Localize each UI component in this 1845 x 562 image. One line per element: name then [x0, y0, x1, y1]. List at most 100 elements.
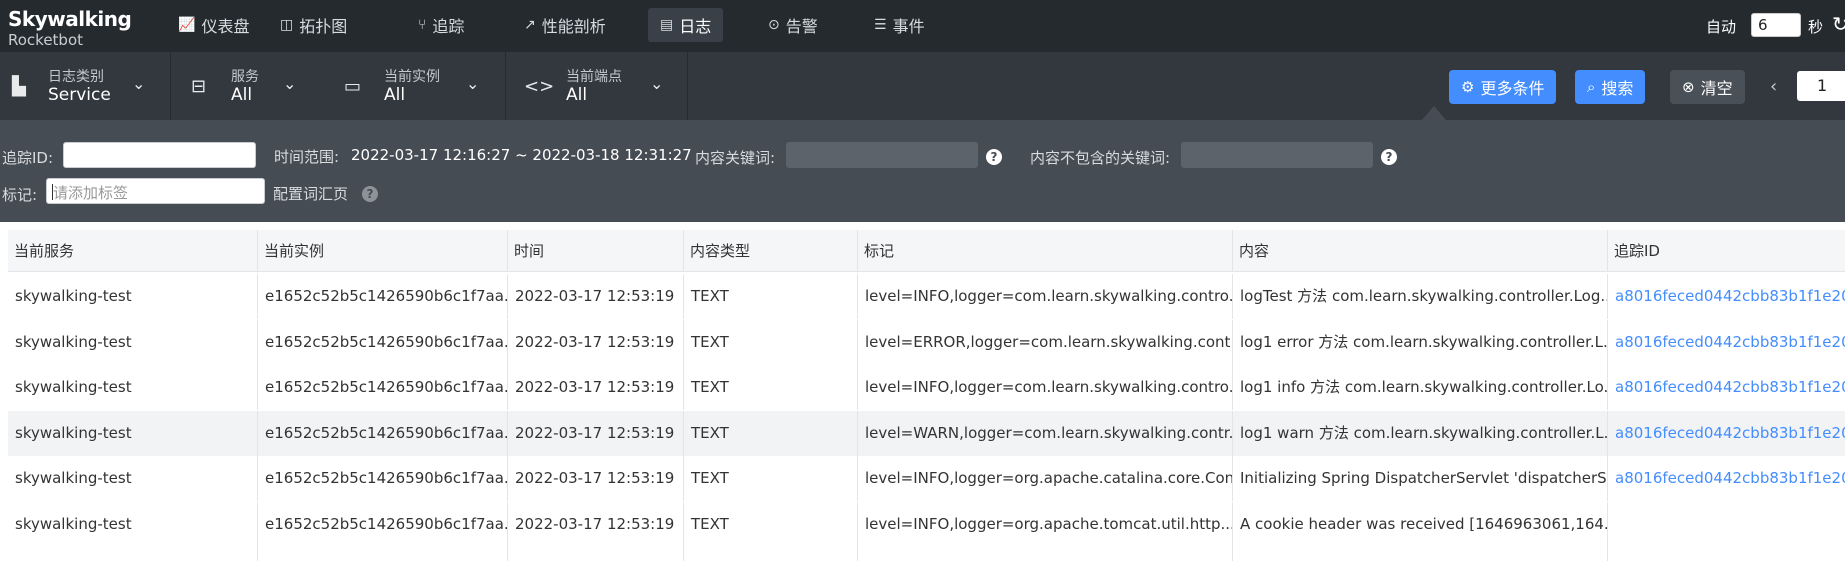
table-row[interactable]: skywalking-test e1652c52b5c1426590b6c1f7a… [8, 319, 1845, 365]
list-icon: ☰ [874, 17, 887, 33]
col-service[interactable]: 当前服务 [8, 230, 258, 272]
nav-topology[interactable]: ◫ 拓扑图 [268, 8, 359, 42]
cell-instance: e1652c52b5c1426590b6c1f7aa... [258, 365, 508, 410]
col-tags[interactable]: 标记 [858, 230, 1233, 272]
cell-content: logTest 方法 com.learn.skywalking.controll… [1233, 274, 1608, 319]
cell-trace-id[interactable]: a8016feced0442cbb83b1f1e208 [1608, 411, 1845, 456]
cell-trace-id[interactable]: a8016feced0442cbb83b1f1e208 [1608, 320, 1845, 365]
nav-label: 追踪 [432, 17, 465, 36]
endpoint-select[interactable]: <> 当前端点 All ⌄ [506, 52, 688, 120]
page-number-input[interactable]: 1 [1797, 71, 1845, 101]
cell-empty [508, 547, 684, 561]
trace-id-label: 追踪ID: [2, 149, 54, 167]
log-table: 当前服务 当前实例 时间 内容类型 标记 内容 追踪ID skywalking-… [0, 222, 1845, 562]
more-conditions-button[interactable]: ⚙ 更多条件 [1449, 70, 1557, 104]
table-header: 当前服务 当前实例 时间 内容类型 标记 内容 追踪ID [8, 230, 1845, 272]
help-icon[interactable]: ? [362, 186, 378, 202]
nav-profiling[interactable]: ↗ 性能剖析 [512, 8, 618, 42]
cell-time: 2022-03-17 12:53:19 [508, 410, 684, 456]
col-content-type[interactable]: 内容类型 [684, 230, 858, 272]
log-category-select[interactable]: ▙ 日志类别 Service ⌄ [0, 52, 171, 120]
table-row-partial [8, 547, 1845, 561]
nav-label: 事件 [892, 17, 925, 36]
cell-instance: e1652c52b5c1426590b6c1f7aa... [258, 274, 508, 319]
search-label: 搜索 [1601, 79, 1634, 98]
config-vocab-link[interactable]: 配置词汇页 [273, 183, 348, 204]
table-row[interactable]: skywalking-test e1652c52b5c1426590b6c1f7a… [8, 274, 1845, 319]
col-trace-id[interactable]: 追踪ID [1608, 230, 1845, 272]
cell-trace-id[interactable]: a8016feced0442cbb83b1f1e208 [1608, 365, 1845, 410]
nav-label: 拓扑图 [299, 17, 348, 36]
cell-trace-id[interactable]: a8016feced0442cbb83b1f1e208 [1608, 456, 1845, 501]
gear-icon: ⚙ [1461, 78, 1475, 96]
table-row[interactable]: skywalking-test e1652c52b5c1426590b6c1f7a… [8, 410, 1845, 456]
cell-content-type: TEXT [684, 319, 858, 365]
help-icon[interactable]: ? [1381, 149, 1397, 165]
logo-subtitle: Rocketbot [8, 31, 84, 49]
cell-tags: level=INFO,logger=com.learn.skywalking.c… [858, 274, 1233, 319]
bar-chart-icon: ▙ [12, 76, 26, 97]
time-range-value[interactable]: 2022-03-17 12:16:27 ~ 2022-03-18 12:31:2… [351, 146, 692, 164]
log-icon: ▤ [660, 17, 674, 33]
top-navbar: Skywalking Rocketbot 📈 仪表盘 ◫ 拓扑图 ⑂ 追踪 ↗ … [0, 0, 1845, 52]
nav-log[interactable]: ▤ 日志 [648, 8, 724, 42]
code-icon: <> [524, 76, 555, 97]
cell-empty [684, 547, 858, 561]
auto-refresh-label: 自动 [1706, 18, 1737, 36]
col-instance[interactable]: 当前实例 [258, 230, 508, 272]
log-category-value: Service [48, 85, 111, 105]
trace-icon: ⑂ [418, 17, 427, 33]
nav-label: 告警 [785, 17, 818, 36]
logo[interactable]: Skywalking Rocketbot [8, 7, 132, 49]
instance-select[interactable]: ▭ 当前实例 All ⌄ [336, 52, 506, 120]
col-content[interactable]: 内容 [1233, 230, 1608, 272]
help-icon[interactable]: ? [986, 149, 1002, 165]
tags-input[interactable]: 请添加标签 [46, 178, 265, 204]
search-button[interactable]: ⌕ 搜索 [1575, 70, 1646, 104]
cell-service: skywalking-test [8, 456, 258, 501]
auto-refresh-input[interactable]: 6 [1751, 13, 1801, 37]
clear-button[interactable]: ⊗ 清空 [1670, 70, 1745, 104]
cell-trace-id[interactable] [1608, 502, 1845, 547]
cell-tags: level=INFO,logger=com.learn.skywalking.c… [858, 365, 1233, 410]
search-icon: ⌕ [1587, 78, 1596, 96]
col-time[interactable]: 时间 [508, 230, 684, 272]
cell-time: 2022-03-17 12:53:19 [508, 274, 684, 319]
cell-instance: e1652c52b5c1426590b6c1f7aa... [258, 319, 508, 365]
cell-content-type: TEXT [684, 410, 858, 456]
nav-event[interactable]: ☰ 事件 [862, 8, 937, 42]
chevron-left-icon[interactable]: ‹ [1770, 76, 1777, 97]
nav-alarm[interactable]: ⊙ 告警 [756, 8, 830, 42]
trace-id-input[interactable] [63, 142, 256, 168]
cell-time: 2022-03-17 12:53:19 [508, 501, 684, 547]
tags-label: 标记: [2, 186, 38, 204]
profile-icon: ↗ [524, 17, 536, 33]
cell-empty [1233, 547, 1608, 561]
tags-placeholder: 请添加标签 [53, 184, 129, 202]
cell-service: skywalking-test [8, 501, 258, 547]
cell-instance: e1652c52b5c1426590b6c1f7aa... [258, 501, 508, 547]
logo-title: Skywalking [8, 7, 132, 31]
nav-trace[interactable]: ⑂ 追踪 [406, 8, 476, 42]
cell-content: log1 warn 方法 com.learn.skywalking.contro… [1233, 410, 1608, 456]
chevron-down-icon: ⌄ [650, 74, 664, 93]
nav-dashboard[interactable]: 📈 仪表盘 [166, 8, 261, 42]
refresh-icon[interactable]: ↻ [1832, 12, 1845, 36]
table-row[interactable]: skywalking-test e1652c52b5c1426590b6c1f7a… [8, 501, 1845, 547]
cell-content: log1 error 方法 com.learn.skywalking.contr… [1233, 319, 1608, 365]
cell-time: 2022-03-17 12:53:19 [508, 456, 684, 501]
exclude-keywords-input[interactable] [1181, 142, 1373, 168]
table-row[interactable]: skywalking-test e1652c52b5c1426590b6c1f7a… [8, 456, 1845, 501]
cell-empty [1608, 547, 1845, 561]
cell-trace-id[interactable]: a8016feced0442cbb83b1f1e208 [1608, 274, 1845, 319]
table-row[interactable]: skywalking-test e1652c52b5c1426590b6c1f7a… [8, 365, 1845, 410]
keywords-input[interactable] [786, 142, 978, 168]
auto-refresh-unit: 秒 [1808, 18, 1824, 36]
cell-content: Initializing Spring DispatcherServlet 'd… [1233, 456, 1608, 501]
conditions-panel: 追踪ID: 时间范围: 2022-03-17 12:16:27 ~ 2022-0… [0, 120, 1845, 222]
nav-label: 性能剖析 [541, 17, 606, 36]
alarm-icon: ⊙ [768, 17, 780, 33]
cell-content-type: TEXT [684, 456, 858, 501]
instance-label: 当前实例 [384, 69, 440, 85]
cell-service: skywalking-test [8, 319, 258, 365]
